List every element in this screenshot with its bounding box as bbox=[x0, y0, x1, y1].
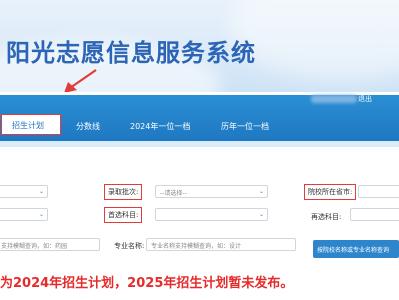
major-label: 专业名称: bbox=[114, 242, 145, 250]
header-banner: 阳光志愿信息服务系统 bbox=[0, 0, 399, 92]
left-select-2[interactable]: ⌄ bbox=[0, 208, 48, 221]
site-title: 阳光志愿信息服务系统 bbox=[6, 39, 256, 67]
search-button[interactable]: 按院校名称或专业名称查询 bbox=[313, 240, 399, 258]
plan-notice: 为2024年招生计划，2025年招生计划暂未发布。 bbox=[0, 276, 294, 291]
province-label: 院校所在省市: bbox=[304, 184, 357, 200]
chevron-down-icon: ⌄ bbox=[38, 188, 44, 195]
subject-select[interactable]: ⌄ bbox=[155, 208, 268, 221]
logout-link[interactable]: 退出 bbox=[358, 94, 372, 104]
filter-form: ⌄ 录取批次: --请选择-- ⌄ 院校所在省市: ⌄ 首选科目: ⌄ 再选科目… bbox=[0, 150, 399, 270]
subject-label: 首选科目: bbox=[104, 207, 143, 223]
tab-score-line[interactable]: 分数线 bbox=[76, 121, 100, 132]
batch-label: 录取批次: bbox=[104, 184, 143, 200]
major-placeholder: 专业名称支持模糊查询，如：设计 bbox=[151, 243, 242, 250]
chevron-down-icon: ⌄ bbox=[258, 188, 264, 195]
batch-select[interactable]: --请选择-- ⌄ bbox=[155, 185, 268, 198]
left-select-1[interactable]: ⌄ bbox=[0, 185, 48, 198]
school-name-placeholder: 支持模糊查询，如：药园 bbox=[1, 243, 68, 250]
tab-2024-rank[interactable]: 2024年一位一档 bbox=[130, 121, 190, 132]
username-blurred bbox=[311, 95, 357, 103]
major-name-input[interactable]: 专业名称支持模糊查询，如：设计 bbox=[146, 238, 296, 251]
tab-admission-plan[interactable]: 招生计划 bbox=[1, 114, 61, 135]
second-subject-select[interactable] bbox=[350, 208, 399, 221]
tab-label: 招生计划 bbox=[12, 121, 44, 130]
main-nav: 退出 招生计划 分数线 2024年一位一档 历年一位一档 bbox=[0, 95, 399, 147]
province-select[interactable] bbox=[358, 185, 399, 198]
annotation-arrow-icon bbox=[64, 69, 97, 92]
second-subject-label: 再选科目: bbox=[311, 213, 342, 221]
batch-select-value: --请选择-- bbox=[160, 190, 187, 197]
school-name-input[interactable]: 支持模糊查询，如：药园 bbox=[0, 238, 100, 251]
chevron-down-icon: ⌄ bbox=[258, 211, 264, 218]
chevron-down-icon: ⌄ bbox=[38, 211, 44, 218]
tab-history-rank[interactable]: 历年一位一档 bbox=[221, 121, 269, 132]
tab-underline bbox=[0, 141, 399, 147]
